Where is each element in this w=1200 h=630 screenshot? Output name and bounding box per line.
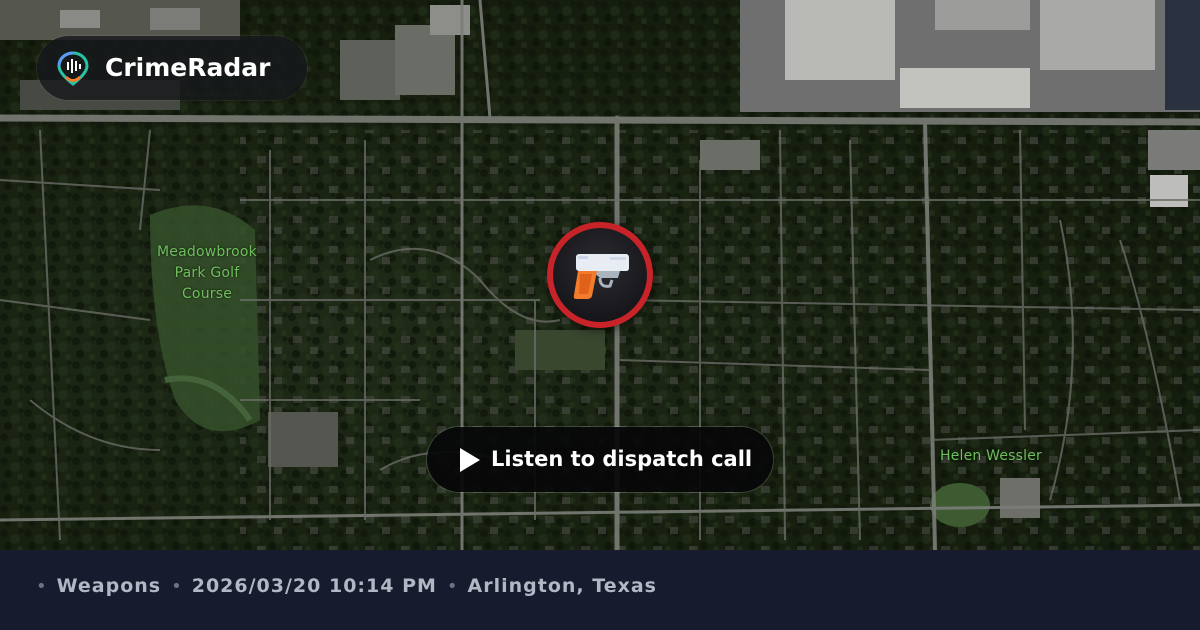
separator-dot: • — [446, 575, 458, 597]
incident-category: Weapons — [56, 575, 162, 597]
brand-badge[interactable]: CrimeRadar — [37, 36, 307, 100]
park-label-line-3: Course — [181, 286, 233, 302]
separator-dot: • — [36, 575, 47, 597]
park-label-line-2: Park Golf — [174, 265, 240, 281]
pistol-icon — [573, 254, 629, 299]
incident-marker[interactable] — [547, 222, 653, 328]
listen-dispatch-button[interactable]: Listen to dispatch call — [427, 427, 773, 492]
radar-pin-icon — [57, 51, 89, 86]
park-label-line-1: Meadowbrook — [157, 244, 257, 260]
park-label: Meadowbrook Park Golf Course — [148, 242, 266, 305]
helen-wessler-label: Helen Wessler — [939, 448, 1043, 464]
incident-meta: • Weapons • 2026/03/20 10:14 PM • Arling… — [36, 572, 667, 600]
listen-button-label: Listen to dispatch call — [491, 447, 753, 471]
incident-datetime: 2026/03/20 10:14 PM — [191, 575, 437, 597]
crime-card: Meadowbrook Park Golf Course Helen Wessl… — [0, 0, 1200, 630]
incident-location: Arlington, Texas — [467, 575, 657, 597]
play-icon — [460, 448, 480, 472]
separator-dot: • — [171, 575, 182, 597]
incident-info-bar: • Weapons • 2026/03/20 10:14 PM • Arling… — [0, 550, 1200, 630]
brand-name: CrimeRadar — [105, 53, 271, 82]
incident-marker-inner — [553, 228, 647, 322]
